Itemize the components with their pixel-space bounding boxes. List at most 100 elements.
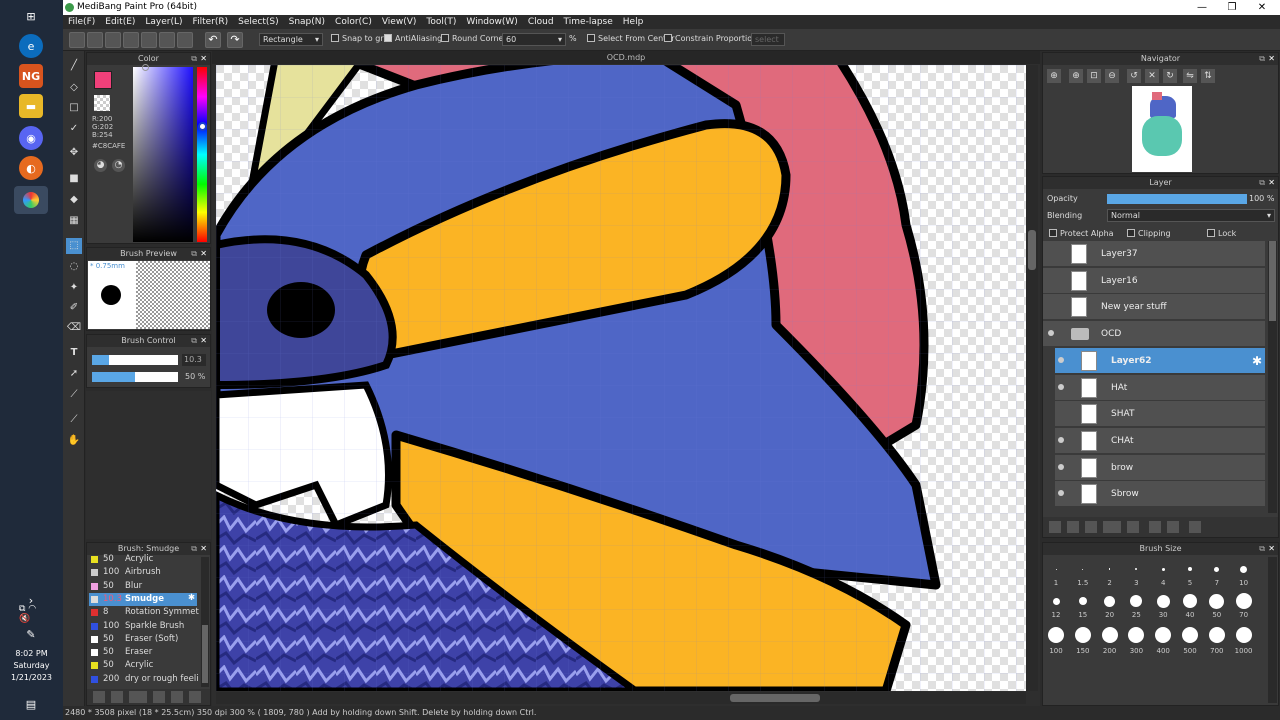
- clock-day[interactable]: Saturday: [0, 660, 63, 671]
- brush-size-scrollbar[interactable]: [1268, 557, 1277, 703]
- brush-size-dot[interactable]: [1235, 627, 1252, 643]
- brush-size-dot[interactable]: [1209, 593, 1225, 609]
- brush-size-dot[interactable]: [1240, 565, 1248, 573]
- new-8bit-layer-icon[interactable]: [1085, 521, 1097, 533]
- undock-icon[interactable]: ⧉: [191, 53, 197, 65]
- layer-row[interactable]: Layer37: [1043, 241, 1265, 267]
- layer-list-scroll-thumb[interactable]: [1269, 241, 1276, 321]
- layer-row[interactable]: New year stuff: [1043, 294, 1265, 321]
- new-folder-icon[interactable]: [1127, 521, 1139, 533]
- eraser-tool-icon[interactable]: ◇: [66, 80, 82, 96]
- shape-select[interactable]: Rectangle ▾: [259, 33, 323, 46]
- layer-row[interactable]: Layer62 ✱: [1055, 347, 1265, 374]
- close-icon[interactable]: ✕: [200, 248, 207, 260]
- select-eraser-tool-icon[interactable]: ⌫: [66, 320, 82, 336]
- menu-edit[interactable]: Edit(E): [100, 15, 140, 29]
- clock-time[interactable]: 8:02 PM: [0, 648, 63, 659]
- layer-add-menu-icon[interactable]: [1103, 521, 1121, 533]
- brush-size-dot[interactable]: [1183, 594, 1197, 608]
- menu-window[interactable]: Window(W): [461, 15, 522, 29]
- background-color-swatch[interactable]: [94, 95, 110, 111]
- select-pen-tool-icon[interactable]: ✐: [66, 300, 82, 316]
- brush-size-value[interactable]: 10.3: [182, 354, 206, 366]
- menu-snap[interactable]: Snap(N): [284, 15, 330, 29]
- menu-layer[interactable]: Layer(L): [140, 15, 187, 29]
- brush-item[interactable]: 50 Acrylic: [89, 553, 197, 566]
- rotate-right-icon[interactable]: ↻: [1163, 69, 1177, 83]
- folder-icon[interactable]: [171, 691, 183, 703]
- layer-opacity-slider[interactable]: [1107, 194, 1247, 204]
- brush-size-dot[interactable]: [1130, 595, 1143, 607]
- apply-button[interactable]: select: [751, 33, 785, 46]
- canvas-horizontal-scroll-thumb[interactable]: [730, 694, 820, 702]
- duplicate-layer-icon[interactable]: [1149, 521, 1161, 533]
- close-icon[interactable]: ✕: [1268, 543, 1275, 555]
- constrain-proportions-checkbox[interactable]: Constrain Proportions: [664, 34, 761, 43]
- document-tab[interactable]: OCD.mdp: [212, 51, 1040, 64]
- magic-wand-tool-icon[interactable]: ✦: [66, 280, 82, 296]
- brush-size-dot[interactable]: [1188, 567, 1192, 571]
- undock-icon[interactable]: ⧉: [191, 248, 197, 260]
- brush-size-dot[interactable]: [1055, 568, 1057, 570]
- rotate-reset-icon[interactable]: ✕: [1145, 69, 1159, 83]
- grid-icon[interactable]: [159, 32, 175, 48]
- menu-tool[interactable]: Tool(T): [421, 15, 461, 29]
- firefox-icon[interactable]: ◐: [19, 156, 43, 180]
- menu-view[interactable]: View(V): [377, 15, 422, 29]
- brush-menu-icon[interactable]: [129, 691, 147, 703]
- layer-row[interactable]: Layer16: [1043, 267, 1265, 294]
- brush-item[interactable]: 100 Airbrush: [89, 566, 197, 579]
- maximize-icon[interactable]: ❐: [1217, 0, 1247, 15]
- lock-checkbox[interactable]: Lock: [1207, 229, 1236, 238]
- visibility-eye-icon[interactable]: [1058, 436, 1064, 443]
- brush-size-dot[interactable]: [1214, 566, 1220, 572]
- text-tool-icon[interactable]: T: [66, 345, 82, 361]
- layer-settings-gear-icon[interactable]: ✱: [1252, 354, 1262, 368]
- undo-icon[interactable]: ↶: [205, 32, 221, 48]
- color-picker-cursor[interactable]: [142, 64, 149, 71]
- close-icon[interactable]: ✕: [200, 335, 207, 347]
- layer-row[interactable]: SHAT: [1055, 401, 1265, 428]
- fill-rect-tool-icon[interactable]: ■: [66, 171, 82, 187]
- edge-icon[interactable]: e: [19, 34, 43, 58]
- fit-screen-icon[interactable]: ⊡: [1087, 69, 1101, 83]
- visibility-eye-icon[interactable]: [1048, 330, 1054, 337]
- layer-row[interactable]: HAt: [1055, 374, 1265, 401]
- select-rect-tool-icon[interactable]: ⬚: [66, 238, 82, 254]
- medibang-taskbar-icon[interactable]: [14, 186, 48, 214]
- grid-large-icon[interactable]: [177, 32, 193, 48]
- palette-icon[interactable]: ◕: [94, 159, 107, 172]
- protect-alpha-checkbox[interactable]: Protect Alpha: [1049, 229, 1114, 238]
- color-history-icon[interactable]: ◔: [112, 159, 125, 172]
- divide-tool-icon[interactable]: ⟋: [66, 387, 82, 403]
- eyedropper-tool-icon[interactable]: ⟋: [66, 412, 82, 428]
- undock-icon[interactable]: ⧉: [191, 335, 197, 347]
- antialiasing-checkbox[interactable]: AntiAliasing: [384, 34, 442, 43]
- brush-size-dot[interactable]: [1104, 595, 1116, 607]
- brush-item[interactable]: 100 Sparkle Brush: [89, 620, 197, 633]
- menu-cloud[interactable]: Cloud: [523, 15, 559, 29]
- pen-icon[interactable]: ✎: [19, 622, 43, 646]
- menu-help[interactable]: Help: [618, 15, 649, 29]
- brush-size-dot[interactable]: [1074, 627, 1091, 643]
- artwork-svg[interactable]: [216, 65, 1026, 691]
- newgrounds-icon[interactable]: NG: [19, 64, 43, 88]
- merge-layer-icon[interactable]: [1167, 521, 1179, 533]
- new-halftone-layer-icon[interactable]: [1067, 521, 1079, 533]
- close-icon[interactable]: ✕: [200, 53, 207, 65]
- zoom-out-icon[interactable]: ⊖: [1105, 69, 1119, 83]
- brush-size-dot[interactable]: [1082, 568, 1084, 570]
- menu-select[interactable]: Select(S): [233, 15, 284, 29]
- dot-tool-icon[interactable]: □: [66, 100, 82, 116]
- brush-item[interactable]: 8 Rotation Symmetry: [89, 606, 199, 619]
- brush-item[interactable]: 10.3 Smudge ✱: [89, 592, 197, 606]
- close-icon[interactable]: ✕: [1247, 0, 1277, 15]
- flip-icon[interactable]: ⇋: [1183, 69, 1197, 83]
- foreground-color-swatch[interactable]: [94, 71, 112, 89]
- clipping-checkbox[interactable]: Clipping: [1127, 229, 1171, 238]
- brush-opacity-slider[interactable]: [92, 372, 178, 382]
- brush-size-dot[interactable]: [1108, 568, 1111, 570]
- brush-size-dot[interactable]: [1101, 627, 1118, 643]
- menu-file[interactable]: File(F): [63, 15, 100, 29]
- brush-size-slider[interactable]: [92, 355, 178, 365]
